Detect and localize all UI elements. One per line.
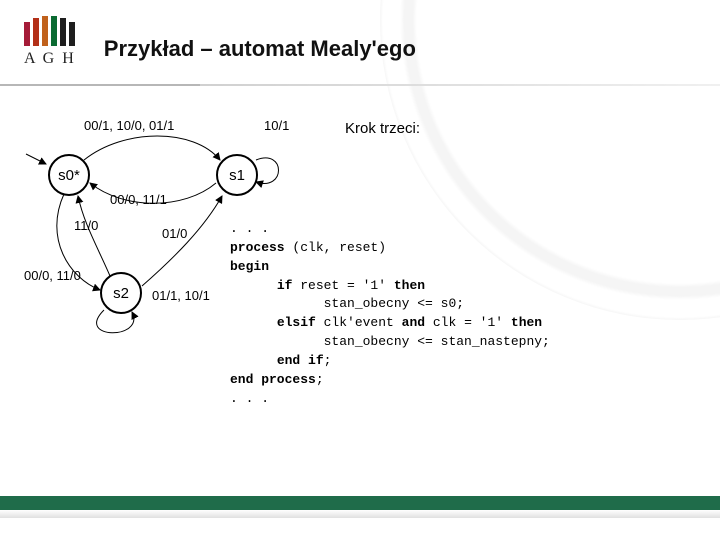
- footer-shadow: [0, 510, 720, 518]
- code-cond-clk-post: clk = '1': [425, 315, 511, 330]
- state-s0-label: s0*: [58, 167, 80, 184]
- header: A G H Przykład – automat Mealy'ego: [24, 10, 416, 68]
- endif-semi: ;: [324, 353, 332, 368]
- state-s1-label: s1: [229, 167, 245, 184]
- kw-begin: begin: [230, 259, 269, 274]
- state-s1: s1: [216, 154, 258, 196]
- kw-then-2: then: [511, 315, 542, 330]
- edge-s1-s0-label: 00/0, 11/1: [110, 192, 167, 207]
- title-underline: [0, 84, 720, 86]
- vhdl-code: . . . process (clk, reset) begin if rese…: [230, 220, 550, 408]
- code-cond-reset: reset = '1': [292, 278, 393, 293]
- kw-then-1: then: [394, 278, 425, 293]
- footer-bar: [0, 496, 720, 510]
- step-label: Krok trzeci:: [345, 120, 420, 137]
- code-ellipsis-2: . . .: [230, 391, 269, 406]
- kw-and: and: [402, 315, 425, 330]
- edge-s0-s1-label: 00/1, 10/0, 01/1: [84, 118, 174, 133]
- code-ellipsis: . . .: [230, 221, 269, 236]
- edge-s1-self-label: 10/1: [264, 118, 289, 133]
- logo-text: A G H: [24, 50, 76, 68]
- edge-s0-s2-label: 11/0: [74, 218, 98, 233]
- agh-logo: A G H: [24, 10, 76, 68]
- kw-process: process: [230, 240, 285, 255]
- state-s0: s0*: [48, 154, 90, 196]
- code-cond-clk-pre: clk'event: [316, 315, 402, 330]
- code-proc-args: (clk, reset): [285, 240, 386, 255]
- edge-s2-self-label: 00/0, 11/0: [24, 268, 81, 283]
- edge-s2-s0-label: 01/1, 10/1: [152, 288, 210, 303]
- slide-title: Przykład – automat Mealy'ego: [104, 36, 416, 68]
- code-assign-reset: stan_obecny <= s0;: [324, 296, 464, 311]
- kw-endif: end if: [277, 353, 324, 368]
- endprocess-semi: ;: [316, 372, 324, 387]
- kw-if: if: [277, 278, 293, 293]
- kw-elsif: elsif: [277, 315, 316, 330]
- edge-s2-s1-label: 01/0: [162, 226, 187, 241]
- code-assign-next: stan_obecny <= stan_nastepny;: [324, 334, 550, 349]
- logo-bars: [24, 10, 75, 46]
- state-s2-label: s2: [113, 285, 129, 302]
- state-s2: s2: [100, 272, 142, 314]
- kw-endprocess: end process: [230, 372, 316, 387]
